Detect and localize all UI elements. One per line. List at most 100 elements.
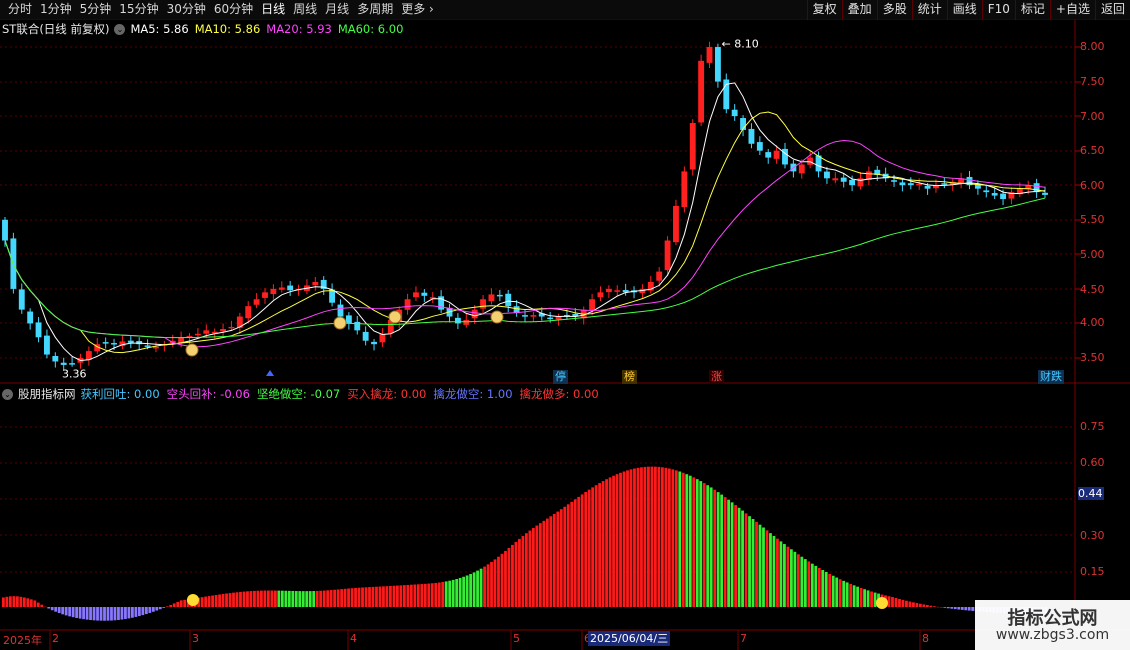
indicator-bar xyxy=(162,607,166,608)
indicator-bar xyxy=(817,567,821,607)
indicator-bar xyxy=(720,494,724,607)
candle-body xyxy=(312,281,319,286)
indicator-bar xyxy=(113,607,117,621)
indicator-bar xyxy=(221,593,225,607)
action-button-3[interactable]: 统计 xyxy=(911,0,947,20)
indicator-bar xyxy=(824,571,828,607)
indicator-bar xyxy=(291,590,295,607)
indicator-bar xyxy=(734,505,737,607)
indicator-bar xyxy=(214,595,218,607)
indicator-bar xyxy=(946,607,950,609)
indicator-name: 股朋指标网 xyxy=(18,387,76,401)
event-tag-suspend[interactable]: 停 xyxy=(553,370,568,384)
tab-7[interactable]: 周线 xyxy=(289,0,321,20)
indicator-legend-item: 空头回补: -0.06 xyxy=(166,387,250,401)
ma-legend-item: MA10: 5.86 xyxy=(194,22,261,36)
event-tag-rise[interactable]: 涨 xyxy=(709,370,724,384)
indicator-bar xyxy=(626,470,629,607)
chevron-down-icon[interactable]: ⌄ xyxy=(2,388,13,400)
tab-2[interactable]: 5分钟 xyxy=(76,0,116,20)
indicator-bar xyxy=(674,470,678,607)
indicator-bar xyxy=(549,516,553,607)
chevron-down-icon[interactable]: ⌄ xyxy=(114,23,126,35)
indicator-bar xyxy=(472,572,476,607)
action-button-1[interactable]: 叠加 xyxy=(841,0,877,20)
indicator-bar xyxy=(437,582,441,607)
indicator-bar xyxy=(312,591,316,607)
tab-3[interactable]: 15分钟 xyxy=(115,0,162,20)
indicator-bar xyxy=(776,538,779,607)
action-button-5[interactable]: F10 xyxy=(981,0,1015,20)
indicator-bar xyxy=(357,587,361,607)
indicator-bar xyxy=(385,586,389,607)
candle-body xyxy=(505,293,512,307)
indicator-bar xyxy=(577,496,581,607)
indicator-bar xyxy=(664,467,668,607)
candle-body xyxy=(547,317,554,320)
indicator-bar xyxy=(284,590,288,607)
indicator-bar xyxy=(856,586,860,607)
tab-4[interactable]: 30分钟 xyxy=(163,0,210,20)
month-label: 4 xyxy=(350,632,357,645)
indicator-bar xyxy=(647,466,650,607)
action-button-8[interactable]: 返回 xyxy=(1094,0,1130,20)
tab-8[interactable]: 月线 xyxy=(321,0,353,20)
indicator-bar xyxy=(789,549,793,607)
action-button-6[interactable]: 标记 xyxy=(1014,0,1050,20)
indicator-bar xyxy=(769,533,772,607)
action-button-0[interactable]: 复权 xyxy=(806,0,842,20)
indicator-bar xyxy=(692,477,696,607)
indicator-bar xyxy=(894,598,898,607)
indicator-bar xyxy=(242,591,246,607)
candle-body xyxy=(664,240,671,271)
tab-5[interactable]: 60分钟 xyxy=(210,0,257,20)
indicator-bar xyxy=(500,553,504,607)
tab-1[interactable]: 1分钟 xyxy=(36,0,76,20)
candle-body xyxy=(522,315,528,317)
tab-10[interactable]: 更多 › xyxy=(397,0,438,20)
tab-0[interactable]: 分时 xyxy=(4,0,36,20)
tab-6[interactable]: 日线 xyxy=(257,0,289,20)
candle-body xyxy=(203,330,210,334)
event-tag-list[interactable]: 榜 xyxy=(622,370,637,384)
candle-body xyxy=(614,290,621,292)
indicator-bar xyxy=(103,607,106,621)
candle-body xyxy=(706,47,713,63)
action-button-4[interactable]: 画线 xyxy=(946,0,982,20)
indicator-bar xyxy=(814,565,818,607)
candle-body xyxy=(153,346,159,349)
tab-9[interactable]: 多周期 xyxy=(353,0,397,20)
indicator-bar xyxy=(294,591,298,607)
indicator-bar xyxy=(458,577,462,607)
indicator-bar xyxy=(716,492,720,607)
indicator-bar xyxy=(723,497,727,607)
indicator-bar xyxy=(148,607,152,613)
indicator-bar xyxy=(176,601,180,607)
indicator-bar xyxy=(531,528,535,607)
action-button-2[interactable]: 多股 xyxy=(876,0,912,20)
chart-canvas[interactable]: ← 8.10 3.36 xyxy=(0,20,1130,650)
indicator-bar xyxy=(322,590,326,607)
smiley-icon xyxy=(187,594,199,606)
price-tick-label: 8.00 xyxy=(1080,40,1105,53)
indicator-bar xyxy=(402,585,406,607)
candle-body xyxy=(756,142,763,151)
indicator-bar xyxy=(835,577,839,607)
indicator-bar xyxy=(29,599,33,607)
indicator-bar xyxy=(57,607,61,614)
candle-body xyxy=(731,109,738,117)
indicator-bar xyxy=(615,474,619,607)
indicator-bar xyxy=(671,469,675,607)
candle-body xyxy=(748,128,755,144)
indicator-bar xyxy=(852,585,856,607)
price-tick-label: 6.50 xyxy=(1080,144,1105,157)
indicator-bar xyxy=(106,607,110,621)
indicator-bar xyxy=(873,592,877,607)
indicator-bar xyxy=(535,525,539,607)
indicator-bar xyxy=(559,509,563,607)
candle-body xyxy=(840,177,847,182)
indicator-bar xyxy=(598,483,602,607)
action-button-7[interactable]: +自选 xyxy=(1049,0,1095,20)
indicator-bar xyxy=(165,606,169,607)
event-tag-finance-drop[interactable]: 财跌 xyxy=(1038,370,1064,384)
